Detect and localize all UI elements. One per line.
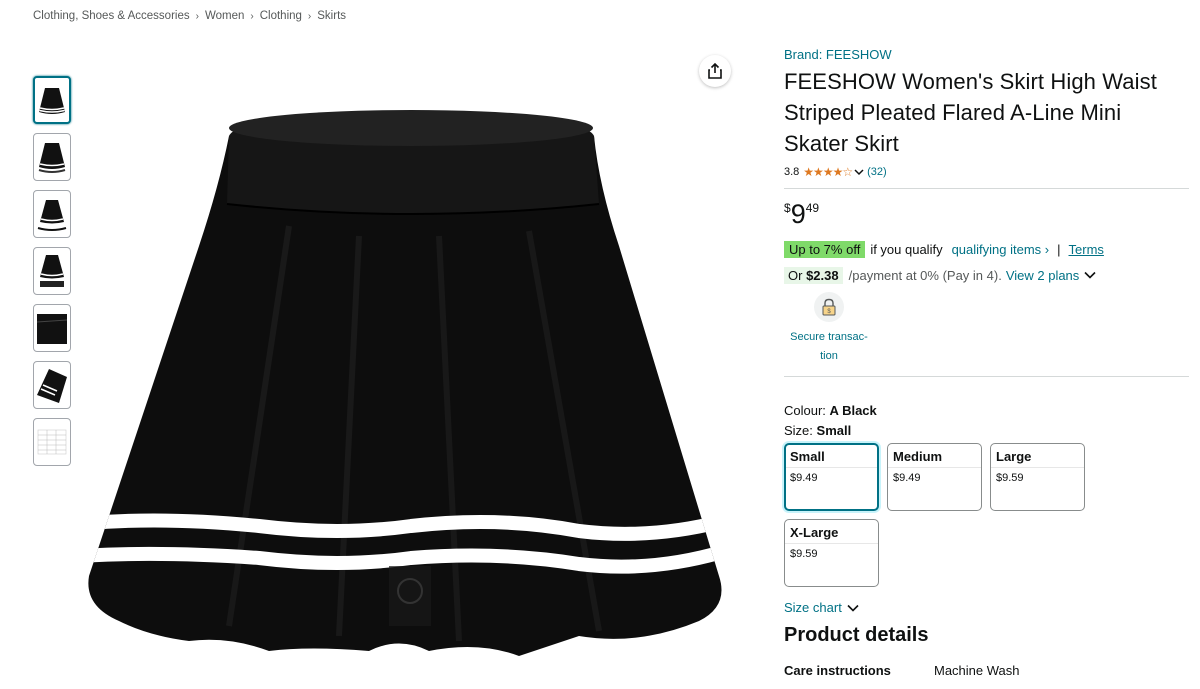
deal-separator: | bbox=[1057, 241, 1061, 257]
breadcrumb-skirts[interactable]: Skirts bbox=[317, 10, 346, 22]
star-rating[interactable]: ★★★★☆ bbox=[803, 165, 853, 179]
chevron-down-icon[interactable] bbox=[854, 168, 864, 176]
price-symbol: $ bbox=[784, 201, 791, 215]
payment-amount: $2.38 bbox=[806, 267, 839, 283]
payment-badge: Or $2.38 bbox=[784, 266, 843, 284]
payment-row: Or $2.38 /payment at 0% (Pay in 4). View… bbox=[784, 266, 1189, 284]
size-label: Size: bbox=[784, 423, 813, 438]
colour-value: A Black bbox=[829, 403, 877, 418]
product-title: FEESHOW Women's Skirt High Waist Striped… bbox=[784, 69, 1157, 156]
size-option-x-large[interactable]: X-Large $9.59 bbox=[784, 519, 879, 587]
size-option-name: X-Large bbox=[785, 520, 878, 544]
thumbnail-7[interactable] bbox=[33, 418, 71, 466]
size-variation: Size: Small bbox=[784, 423, 1189, 438]
breadcrumb-women[interactable]: Women bbox=[205, 10, 244, 22]
breadcrumb-clothing-sub[interactable]: Clothing bbox=[260, 10, 302, 22]
chevron-down-icon[interactable] bbox=[1084, 271, 1096, 279]
breadcrumb: Clothing, Shoes & Accessories › Women › … bbox=[33, 10, 346, 22]
size-option-price: $9.49 bbox=[790, 472, 818, 484]
detail-key: Care instructions bbox=[784, 663, 891, 678]
divider bbox=[784, 376, 1189, 377]
thumbnail-list bbox=[33, 76, 73, 475]
chevron-right-icon: › bbox=[195, 10, 199, 22]
size-option-large[interactable]: Large $9.59 bbox=[990, 443, 1085, 511]
deal-badge: Up to 7% off bbox=[784, 240, 866, 258]
size-option-small[interactable]: Small $9.49 bbox=[784, 443, 879, 511]
size-option-price: $9.49 bbox=[893, 472, 921, 484]
skirt-image bbox=[79, 46, 741, 689]
secure-label: Secure transac-tion bbox=[790, 331, 868, 362]
thumbnail-1[interactable] bbox=[33, 76, 71, 124]
share-button[interactable] bbox=[699, 55, 731, 87]
size-option-price: $9.59 bbox=[790, 548, 818, 560]
size-chart-label: Size chart bbox=[784, 600, 842, 615]
lock-icon: $ bbox=[814, 292, 844, 322]
thumbnail-4[interactable] bbox=[33, 247, 71, 295]
divider bbox=[784, 188, 1189, 189]
colour-label: Colour: bbox=[784, 403, 826, 418]
thumbnail-2[interactable] bbox=[33, 133, 71, 181]
colour-variation: Colour: A Black bbox=[784, 403, 1189, 418]
payment-prefix: Or bbox=[788, 267, 803, 283]
size-chart-link[interactable]: Size chart bbox=[784, 600, 1189, 615]
deal-row: Up to 7% off if you qualify qualifying i… bbox=[784, 240, 1189, 258]
price-fraction: 49 bbox=[805, 201, 820, 215]
product-info: Brand: FEESHOW FEESHOW Women's Skirt Hig… bbox=[784, 46, 1189, 678]
thumbnail-3[interactable] bbox=[33, 190, 71, 238]
breadcrumb-clothing[interactable]: Clothing, Shoes & Accessories bbox=[33, 10, 190, 22]
size-option-name: Small bbox=[786, 445, 877, 468]
rating-row: 3.8 ★★★★☆ (32) bbox=[784, 164, 1189, 180]
product-details-heading: Product details bbox=[784, 624, 929, 646]
chevron-right-icon: › bbox=[250, 10, 254, 22]
detail-row: Care instructions Machine Wash bbox=[784, 663, 1189, 678]
main-product-image[interactable] bbox=[79, 46, 741, 689]
price: $ 9 49 bbox=[784, 199, 1189, 229]
view-plans-link[interactable]: View 2 plans bbox=[1006, 268, 1079, 283]
review-count[interactable]: (32) bbox=[867, 166, 887, 178]
thumbnail-5[interactable] bbox=[33, 304, 71, 352]
detail-value: Machine Wash bbox=[934, 663, 1020, 678]
share-icon bbox=[708, 62, 722, 79]
size-value: Small bbox=[816, 423, 852, 438]
size-option-price: $9.59 bbox=[996, 472, 1024, 484]
size-option-medium[interactable]: Medium $9.49 bbox=[887, 443, 982, 511]
thumbnail-6[interactable] bbox=[33, 361, 71, 409]
size-options: Small $9.49 Medium $9.49 Large $9.59 X-L… bbox=[784, 443, 1104, 595]
terms-link[interactable]: Terms bbox=[1069, 242, 1104, 257]
chevron-down-icon bbox=[847, 604, 859, 612]
rating-score: 3.8 bbox=[784, 166, 800, 178]
deal-text: if you qualify bbox=[870, 241, 943, 257]
size-option-name: Large bbox=[991, 444, 1084, 468]
secure-transaction[interactable]: $ Secure transac-tion bbox=[784, 292, 874, 366]
brand-link[interactable]: Brand: FEESHOW bbox=[784, 47, 1189, 62]
payment-text: /payment at 0% (Pay in 4). bbox=[848, 267, 1002, 283]
size-option-name: Medium bbox=[888, 444, 981, 468]
price-whole: 9 bbox=[790, 199, 806, 229]
chevron-right-icon: › bbox=[307, 10, 312, 22]
qualifying-items-link[interactable]: qualifying items › bbox=[952, 242, 1050, 257]
